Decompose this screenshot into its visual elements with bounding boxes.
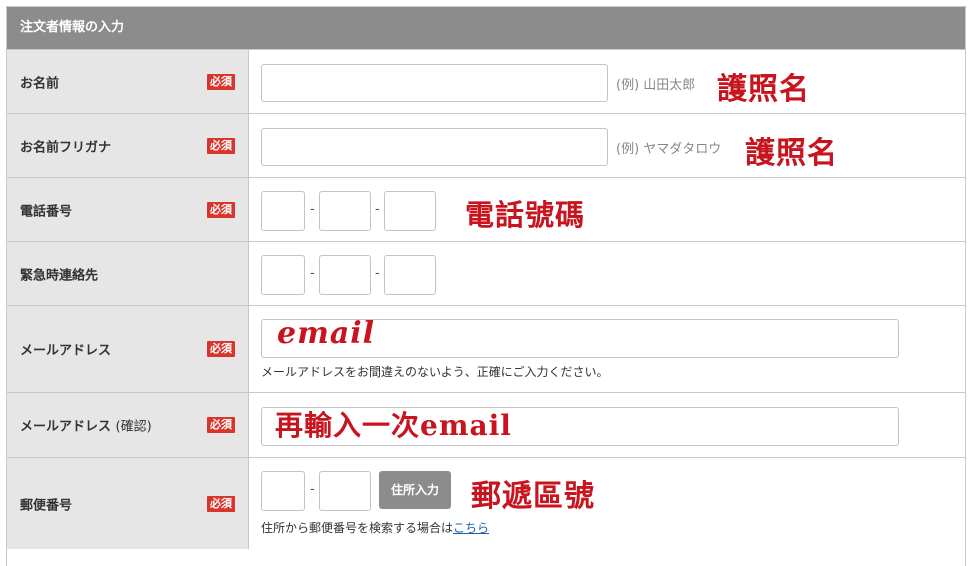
email-hint: メールアドレスをお間違えのないよう、正確にご入力ください。 bbox=[261, 365, 609, 379]
label-email-confirm-sub: (確認) bbox=[115, 419, 152, 435]
label-phone: 電話番号 bbox=[20, 204, 73, 219]
emergency-input-2[interactable] bbox=[319, 255, 371, 295]
postal-input-1[interactable] bbox=[261, 471, 305, 511]
phone-separator: - bbox=[310, 202, 315, 217]
required-badge: 必須 bbox=[207, 137, 235, 154]
section-title: 注文者情報の入力 bbox=[7, 7, 965, 49]
emergency-input-3[interactable] bbox=[384, 255, 436, 295]
row-phone: 電話番号 必須 - - 電話號碼 bbox=[7, 177, 965, 241]
annotation-phone: 電話號碼 bbox=[465, 198, 586, 232]
order-form: 注文者情報の入力 お名前 必須 (例) 山田太郎 護照名 お名前フリガナ 必須 … bbox=[6, 6, 966, 566]
phone-input-2[interactable] bbox=[319, 191, 371, 231]
postal-input-2[interactable] bbox=[319, 471, 371, 511]
row-kana: お名前フリガナ 必須 (例) ヤマダタロウ 護照名 bbox=[7, 113, 965, 177]
name-input[interactable] bbox=[261, 64, 608, 102]
required-badge: 必須 bbox=[207, 495, 235, 512]
phone-input-3[interactable] bbox=[384, 191, 436, 231]
phone-separator: - bbox=[375, 202, 380, 217]
postal-search-link[interactable]: こちら bbox=[453, 521, 489, 535]
required-badge: 必須 bbox=[207, 73, 235, 90]
label-emergency: 緊急時連絡先 bbox=[20, 268, 99, 283]
row-name: お名前 必須 (例) 山田太郎 護照名 bbox=[7, 49, 965, 113]
row-email: メールアドレス 必須 email メールアドレスをお間違えのないよう、正確にご入… bbox=[7, 305, 965, 392]
kana-example: (例) ヤマダタロウ bbox=[616, 142, 722, 157]
label-postal: 郵便番号 bbox=[20, 498, 73, 513]
required-badge: 必須 bbox=[207, 417, 235, 433]
address-lookup-button[interactable]: 住所入力 bbox=[379, 471, 451, 509]
annotation-kana: 護照名 bbox=[745, 136, 838, 171]
required-badge: 必須 bbox=[207, 201, 235, 218]
annotation-email-confirm: 再輸入一次email bbox=[275, 409, 512, 442]
annotation-postal: 郵遞區號 bbox=[471, 479, 595, 514]
required-badge: 必須 bbox=[207, 341, 235, 357]
phone-input-1[interactable] bbox=[261, 191, 305, 231]
row-emergency: 緊急時連絡先 - - bbox=[7, 241, 965, 305]
label-email: メールアドレス bbox=[20, 343, 112, 359]
kana-input[interactable] bbox=[261, 128, 608, 166]
label-email-confirm: メールアドレス (確認) bbox=[20, 419, 152, 435]
annotation-email: email bbox=[277, 316, 376, 351]
label-name: お名前 bbox=[20, 76, 60, 91]
annotation-name: 護照名 bbox=[717, 72, 810, 107]
label-kana: お名前フリガナ bbox=[20, 140, 112, 155]
row-email-confirm: メールアドレス (確認) 必須 再輸入一次email bbox=[7, 392, 965, 457]
emergency-separator: - bbox=[375, 266, 380, 281]
postal-hint: 住所から郵便番号を検索する場合はこちら bbox=[261, 521, 490, 535]
postal-separator: - bbox=[310, 482, 315, 497]
row-postal: 郵便番号 必須 - 住所入力 郵遞區號 住所から郵便番号を検索する場合はこちら bbox=[7, 457, 965, 549]
emergency-separator: - bbox=[310, 266, 315, 281]
emergency-input-1[interactable] bbox=[261, 255, 305, 295]
name-example: (例) 山田太郎 bbox=[616, 78, 696, 93]
